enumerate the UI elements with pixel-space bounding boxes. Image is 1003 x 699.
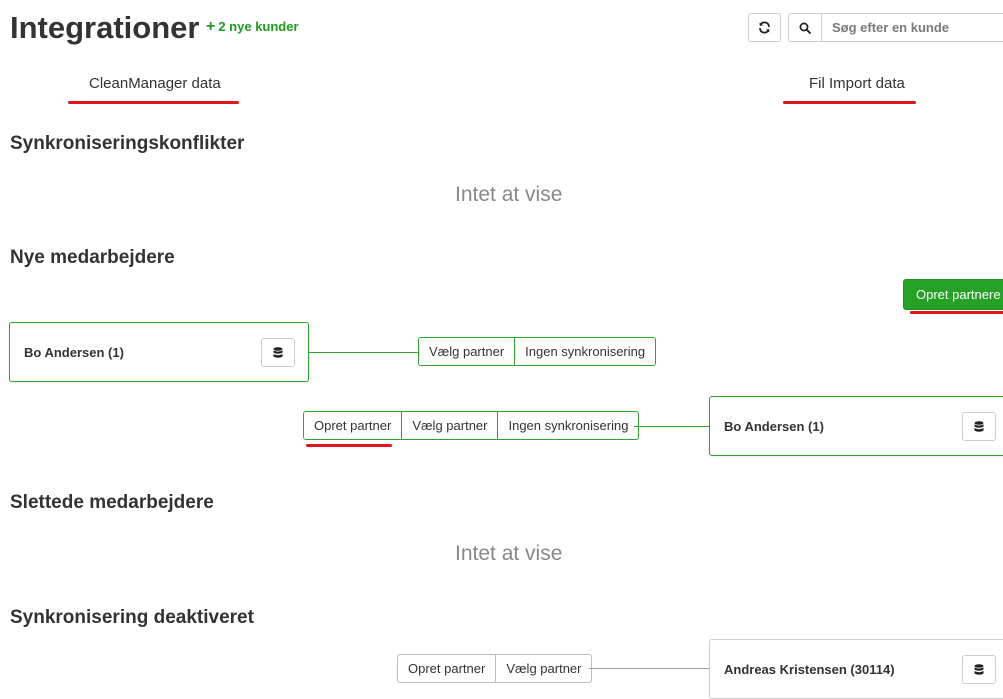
new-customers-link[interactable]: +2 nye kunder (206, 18, 299, 36)
action-button-group: Vælg partner Ingen synkronisering (418, 337, 657, 366)
search-box[interactable] (788, 13, 1003, 42)
create-partner-button[interactable]: Opret partner (304, 412, 401, 439)
section-title-sync-disabled: Synkronisering deaktiveret (10, 607, 254, 628)
search-input[interactable] (822, 14, 1002, 41)
page-title: Integrationer (10, 10, 200, 45)
database-icon (974, 663, 984, 675)
database-icon (273, 346, 283, 358)
empty-state: Intet at vise (455, 542, 563, 565)
select-partner-button[interactable]: Vælg partner (419, 338, 514, 365)
database-button[interactable] (962, 412, 996, 441)
database-button[interactable] (962, 655, 996, 684)
employee-name: Bo Andersen (1) (24, 345, 124, 360)
employee-name: Bo Andersen (1) (724, 419, 824, 434)
no-sync-button[interactable]: Ingen synkronisering (497, 412, 638, 439)
column-header-underline (68, 101, 239, 104)
column-header-cleanmanager: CleanManager data (89, 75, 221, 92)
action-button-group: Opret partner Vælg partner Ingen synkron… (303, 411, 640, 440)
connector-line (634, 426, 710, 427)
employee-name: Andreas Kristensen (30114) (724, 662, 895, 677)
connector-line (589, 668, 710, 669)
create-partner-underline (306, 444, 392, 447)
select-partner-button[interactable]: Vælg partner (495, 655, 591, 682)
section-title-new-employees: Nye medarbejdere (10, 247, 175, 268)
select-partner-button[interactable]: Vælg partner (401, 412, 497, 439)
section-title-conflicts: Synkroniseringskonflikter (10, 133, 245, 154)
action-button-group: Opret partner Vælg partner (397, 654, 593, 683)
section-title-deleted-employees: Slettede medarbejdere (10, 492, 214, 513)
create-partners-underline (910, 311, 1003, 314)
empty-state: Intet at vise (455, 183, 563, 206)
refresh-button[interactable] (748, 13, 781, 42)
column-header-underline (783, 101, 916, 104)
create-partner-button[interactable]: Opret partner (398, 655, 495, 682)
no-sync-button[interactable]: Ingen synkronisering (514, 338, 655, 365)
employee-card: Andreas Kristensen (30114) (709, 639, 1003, 699)
create-partners-button[interactable]: Opret partnere (903, 279, 1003, 310)
search-icon[interactable] (789, 14, 822, 41)
column-header-file-import: Fil Import data (809, 75, 905, 92)
connector-line (309, 352, 418, 353)
employee-card: Bo Andersen (1) (709, 396, 1003, 456)
database-button[interactable] (261, 338, 295, 367)
plus-icon: + (206, 18, 216, 35)
new-customers-label: 2 nye kunder (218, 19, 299, 34)
employee-card: Bo Andersen (1) (9, 322, 309, 382)
refresh-icon (759, 21, 770, 34)
database-icon (974, 420, 984, 432)
